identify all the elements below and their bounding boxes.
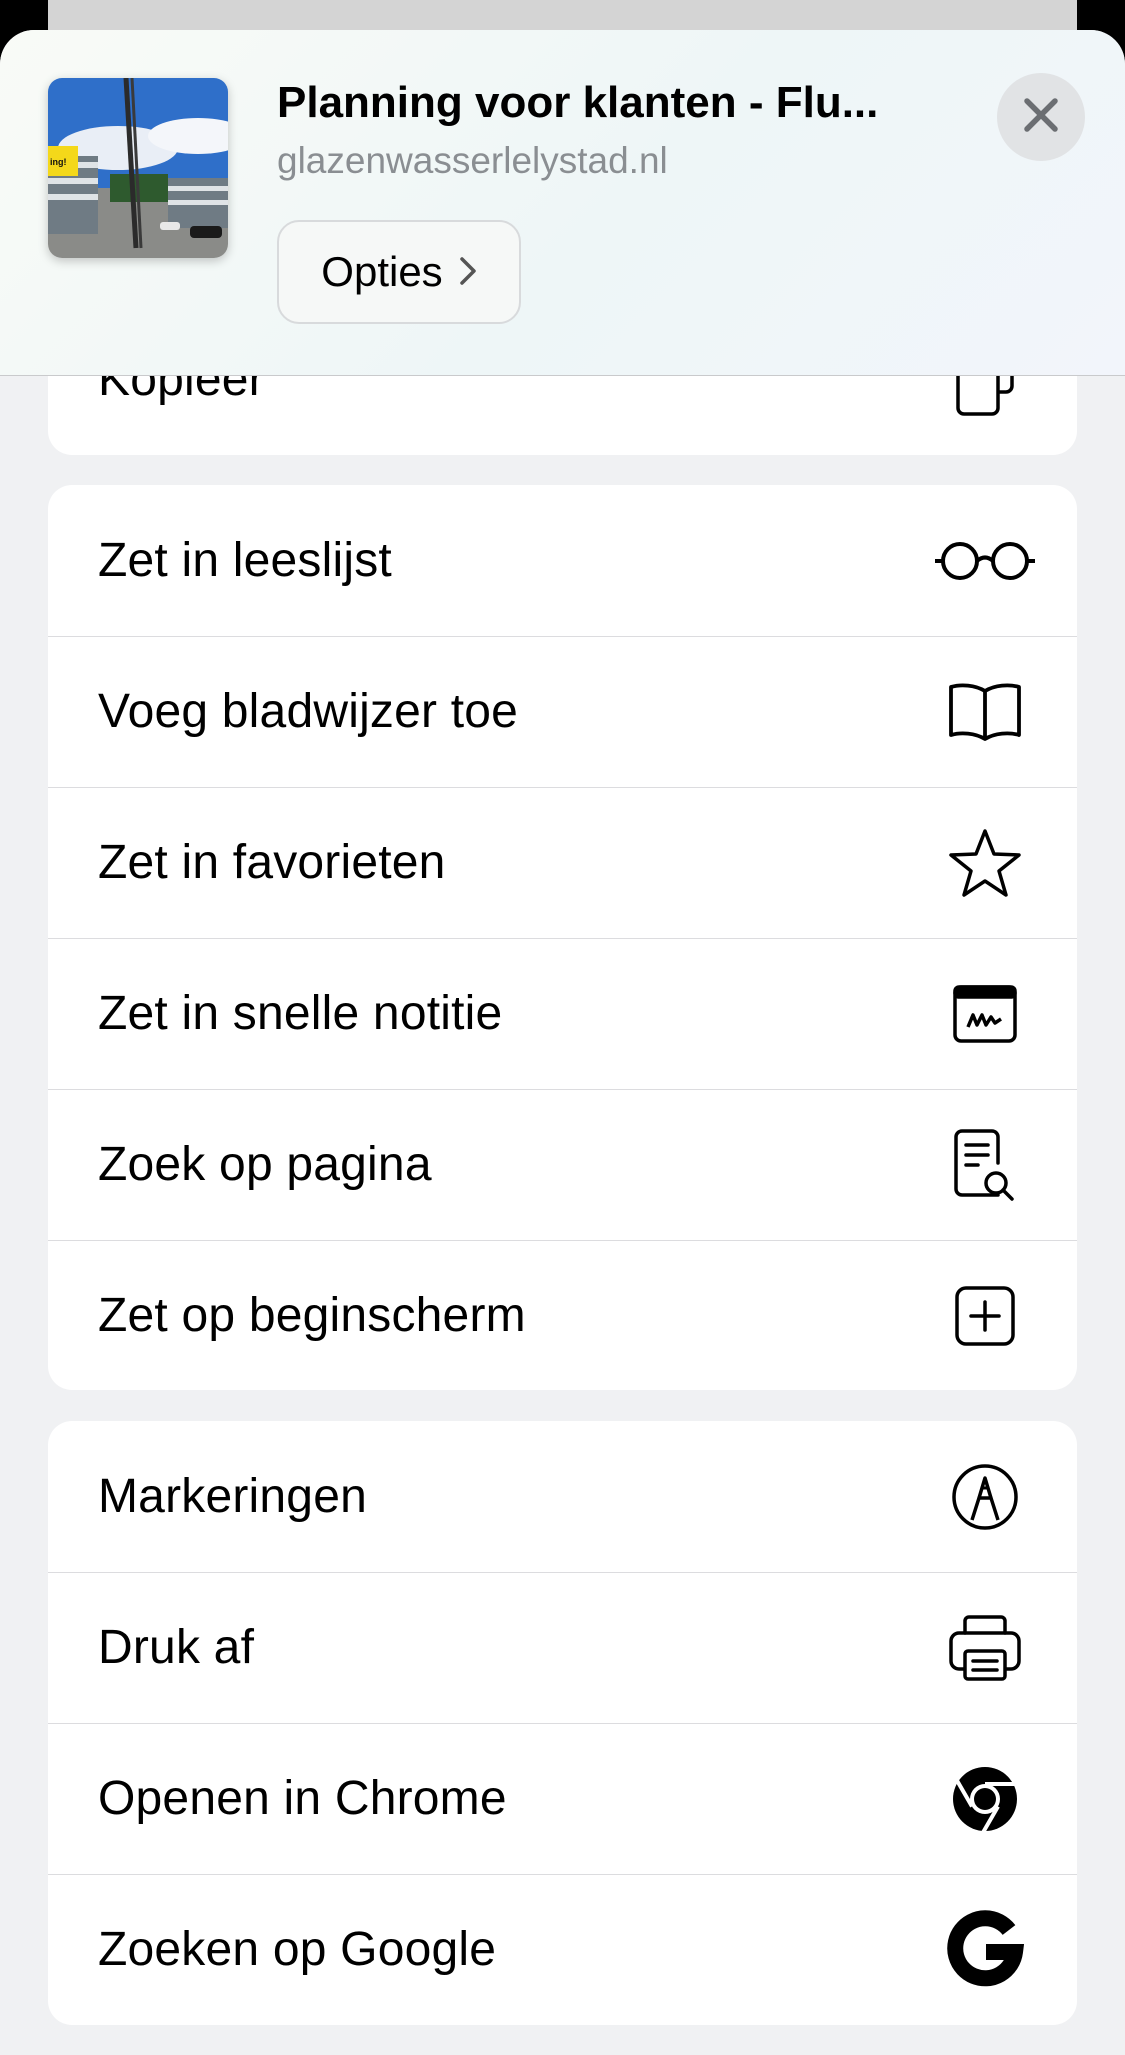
action-find-on-page[interactable]: Zoek op pagina [48, 1089, 1077, 1240]
close-button[interactable] [997, 73, 1085, 161]
action-markup[interactable]: Markeringen [48, 1421, 1077, 1572]
action-label: Voeg bladwijzer toe [98, 685, 519, 738]
options-button[interactable]: Opties [277, 220, 521, 324]
markup-pen-icon [933, 1457, 1037, 1537]
chrome-icon [933, 1759, 1037, 1839]
share-sheet: Kopieer Zet in leeslijst Voeg bladwijzer… [0, 30, 1125, 2055]
options-label: Opties [321, 248, 443, 295]
page-title: Planning voor klanten - Flu... [277, 78, 879, 127]
action-label: Openen in Chrome [98, 1772, 507, 1825]
action-label: Zet in leeslijst [98, 534, 392, 587]
action-add-bookmark[interactable]: Voeg bladwijzer toe [48, 636, 1077, 787]
thumbnail-sign-text: ing! [50, 157, 67, 167]
add-square-icon [933, 1276, 1037, 1356]
page-thumbnail: ing! [48, 78, 228, 258]
action-label: Zet in favorieten [98, 836, 446, 889]
action-add-home-screen[interactable]: Zet op beginscherm [48, 1240, 1077, 1390]
action-open-chrome[interactable]: Openen in Chrome [48, 1723, 1077, 1874]
find-on-page-icon [933, 1125, 1037, 1205]
action-reading-list[interactable]: Zet in leeslijst [48, 485, 1077, 636]
action-quick-note[interactable]: Zet in snelle notitie [48, 938, 1077, 1089]
star-icon [933, 823, 1037, 903]
quick-note-icon [933, 974, 1037, 1054]
action-label: Zet op beginscherm [98, 1289, 526, 1342]
action-label: Zet in snelle notitie [98, 987, 503, 1040]
share-header: ing! Planning voor klanten - Flu... glaz… [0, 30, 1125, 376]
glasses-icon [933, 521, 1037, 601]
chevron-right-icon [459, 248, 477, 296]
action-label: Zoeken op Google [98, 1923, 497, 1976]
page-url: glazenwasserlelystad.nl [277, 140, 668, 181]
action-label: Druk af [98, 1621, 255, 1674]
book-icon [933, 672, 1037, 752]
action-add-favorites[interactable]: Zet in favorieten [48, 787, 1077, 938]
close-icon [1022, 96, 1060, 139]
actions-group-1: Zet in leeslijst Voeg bladwijzer toe Zet… [48, 485, 1077, 1390]
action-label: Markeringen [98, 1470, 367, 1523]
actions-group-2: Markeringen Druk af Openen in Chrome Zoe… [48, 1421, 1077, 2025]
printer-icon [933, 1608, 1037, 1688]
action-label: Zoek op pagina [98, 1138, 432, 1191]
action-search-google[interactable]: Zoeken op Google [48, 1874, 1077, 2025]
action-print[interactable]: Druk af [48, 1572, 1077, 1723]
google-icon [933, 1909, 1037, 1990]
